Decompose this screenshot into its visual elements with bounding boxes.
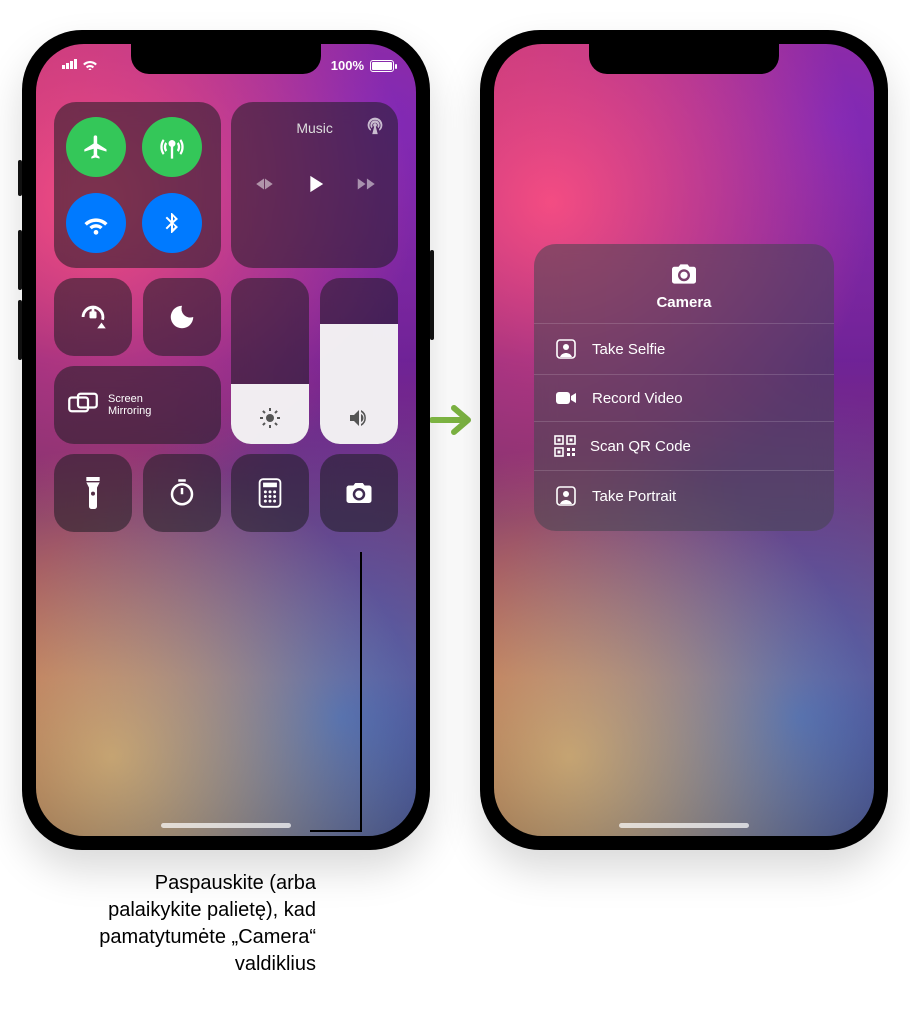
battery-icon [370,60,394,72]
moon-icon [167,302,197,332]
scan-qr-label: Scan QR Code [590,438,691,455]
take-portrait-label: Take Portrait [592,488,676,505]
volume-icon [347,406,371,430]
timer-button[interactable] [143,454,221,532]
camera-panel-title: Camera [656,294,711,311]
calculator-button[interactable] [231,454,309,532]
calculator-icon [258,478,282,508]
video-icon [554,388,578,408]
rotation-lock-icon [76,300,110,334]
take-selfie-label: Take Selfie [592,341,665,358]
antenna-icon [158,133,186,161]
cellular-data-button[interactable] [142,117,202,177]
notch [131,44,321,74]
bluetooth-icon [160,209,184,237]
bluetooth-button[interactable] [142,193,202,253]
wifi-icon [82,209,110,237]
cellular-signal-icon [62,59,77,69]
iphone-left: 100% [22,30,430,850]
do-not-disturb-button[interactable] [143,278,221,356]
volume-slider[interactable] [320,278,398,444]
take-portrait-option[interactable]: Take Portrait [534,470,834,521]
screen-right: Camera Take Selfie Record Video Scan QR … [494,44,874,836]
screen-mirroring-label: Screen Mirroring [108,393,151,417]
camera-icon [669,262,699,286]
play-icon[interactable] [301,170,329,198]
airplane-mode-button[interactable] [66,117,126,177]
brightness-slider[interactable] [231,278,309,444]
iphone-right: Camera Take Selfie Record Video Scan QR … [480,30,888,850]
camera-button[interactable] [320,454,398,532]
flashlight-icon [83,477,103,509]
arrow-icon [430,395,480,445]
next-track-icon[interactable] [355,173,377,195]
record-video-label: Record Video [592,390,683,407]
screen-mirror-icon [68,392,98,418]
record-video-option[interactable]: Record Video [534,374,834,421]
prev-track-icon[interactable] [253,173,275,195]
qr-icon [554,435,576,457]
selfie-icon [554,337,578,361]
rotation-lock-button[interactable] [54,278,132,356]
music-tile[interactable]: Music [231,102,398,268]
airplane-icon [82,133,110,161]
screen-left: 100% [36,44,416,836]
home-indicator[interactable] [619,823,749,828]
figure-stage: 100% [0,0,910,1015]
flashlight-button[interactable] [54,454,132,532]
callout-leader-line [360,552,362,832]
screen-mirroring-button[interactable]: Screen Mirroring [54,366,221,444]
control-center-grid: Music Screen Mirroring [54,102,398,532]
callout-text: Paspauskite (arba palaikykite palietę), … [56,870,316,978]
take-selfie-option[interactable]: Take Selfie [534,323,834,374]
timer-icon [167,478,197,508]
scan-qr-option[interactable]: Scan QR Code [534,421,834,470]
connectivity-tile[interactable] [54,102,221,268]
music-label: Music [296,120,333,136]
battery-label: 100% [331,58,364,73]
portrait-icon [554,484,578,508]
airplay-icon[interactable] [364,114,386,136]
wifi-icon [82,58,98,70]
brightness-icon [258,406,282,430]
home-indicator[interactable] [161,823,291,828]
wifi-button[interactable] [66,193,126,253]
camera-quick-actions-panel: Camera Take Selfie Record Video Scan QR … [534,244,834,531]
notch [589,44,779,74]
camera-icon [344,480,374,506]
